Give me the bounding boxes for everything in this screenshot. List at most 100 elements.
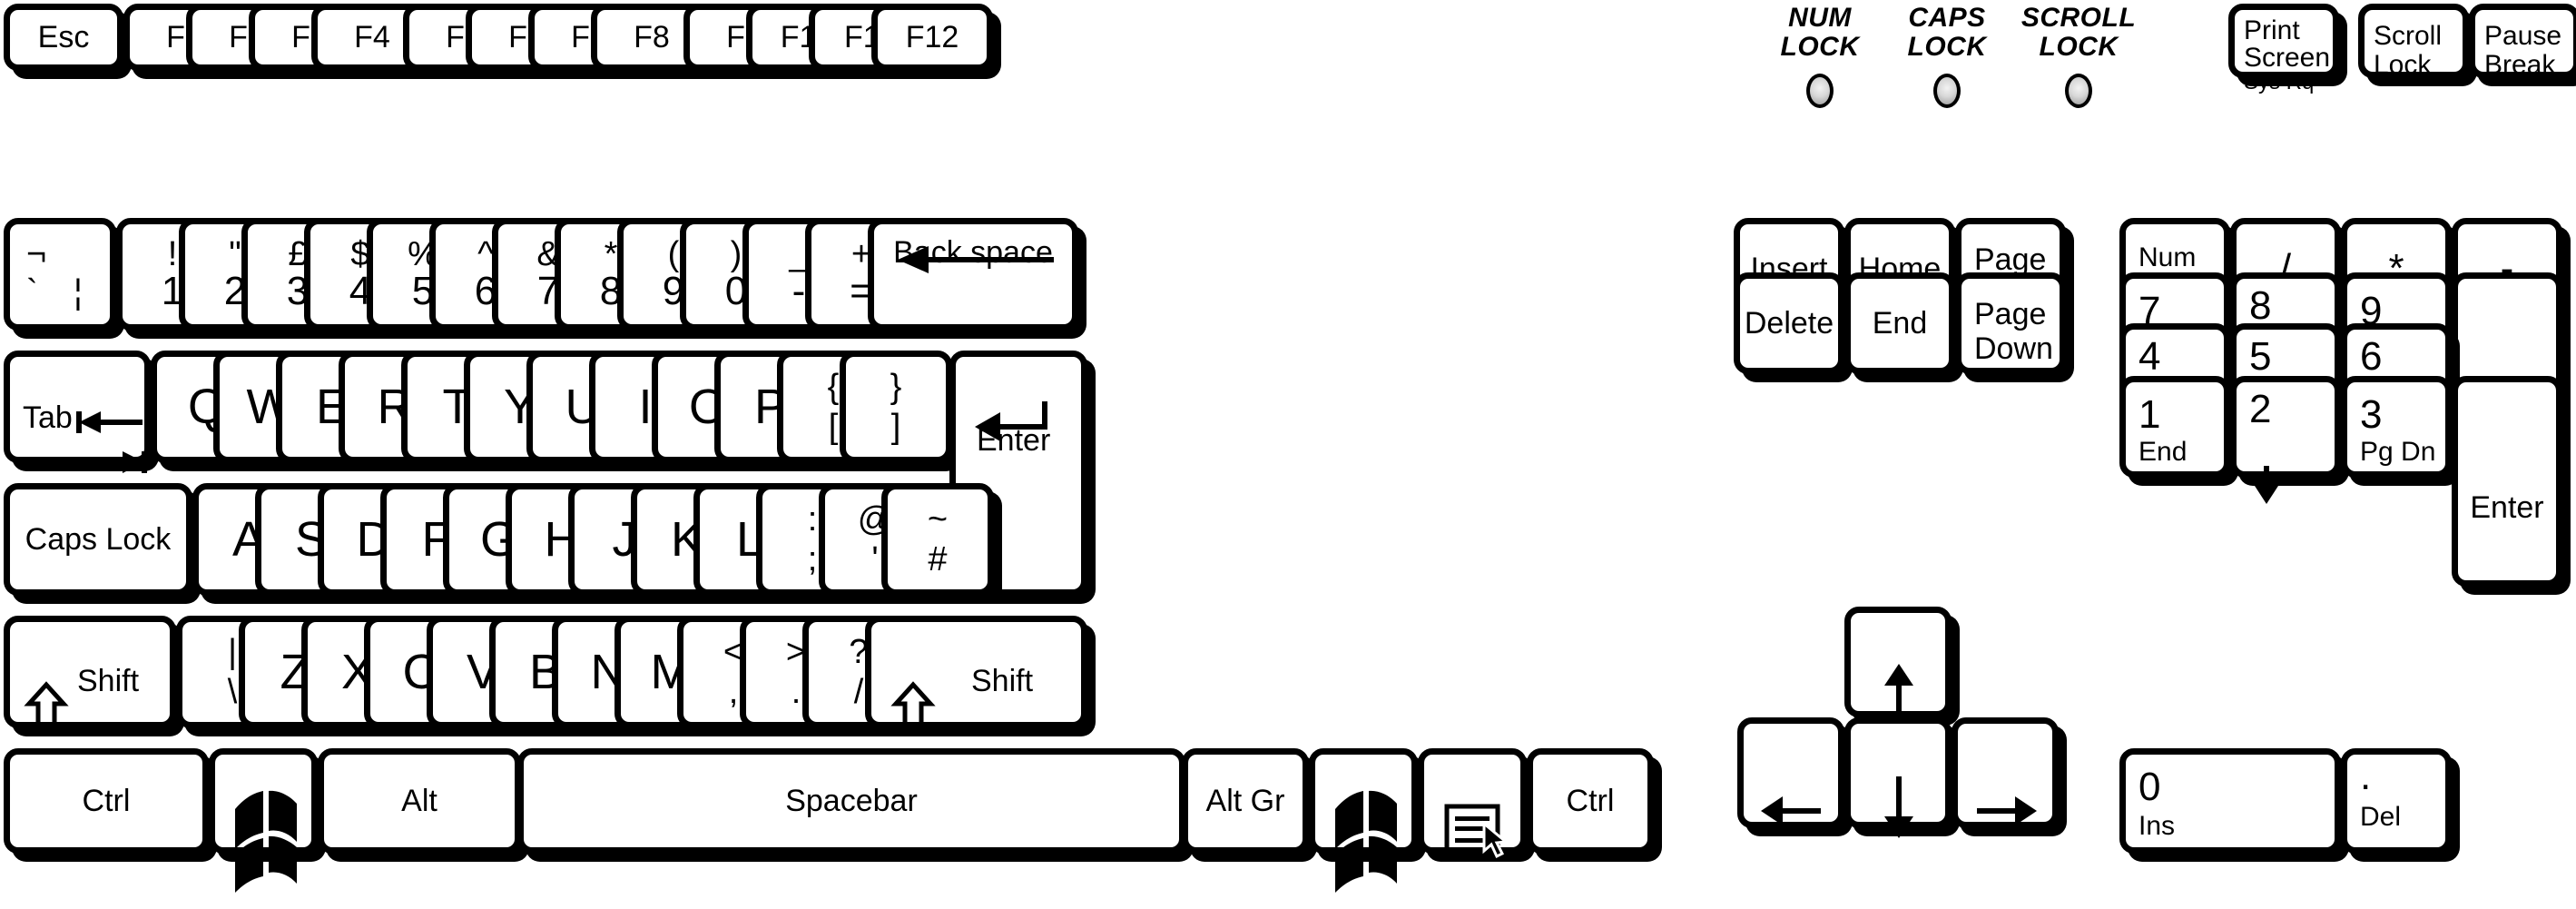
key-label: End <box>1872 306 1928 341</box>
key-label-bottom: ` <box>26 273 38 311</box>
windows-logo-icon <box>1333 760 1399 909</box>
key-label-number: 8 <box>2249 283 2272 328</box>
key-print-screen[interactable]: Print Screen Sys Rq <box>2228 4 2339 94</box>
key-arrow-left[interactable] <box>1737 717 1844 828</box>
key-pause-break[interactable]: Pause Break <box>2469 4 2576 79</box>
windows-logo-icon <box>233 760 299 909</box>
key-backspace[interactable]: Back space <box>868 218 1078 331</box>
caps-lock-led-icon <box>1933 74 1961 108</box>
key-label-number: 6 <box>2360 334 2383 379</box>
key-page-down[interactable]: Page Down <box>1955 272 2066 374</box>
key-label-top: ~ <box>927 500 949 539</box>
indicator-scroll-lock: SCROLL LOCK <box>2011 4 2147 108</box>
key-caps-lock[interactable]: Caps Lock <box>4 483 192 596</box>
key-numpad-2[interactable]: 2 <box>2230 376 2341 504</box>
key-label: Caps Lock <box>25 522 172 557</box>
key-label-line1: Page <box>1974 297 2047 331</box>
indicator-label-line1: CAPS <box>1908 3 1986 33</box>
key-label-sub: Del <box>2360 802 2402 832</box>
key-label: F12 <box>905 20 959 54</box>
key-label-number: 2 <box>2249 387 2272 431</box>
key-numpad-0[interactable]: 0 Ins <box>2119 748 2341 854</box>
key-label-number: 4 <box>2138 334 2161 379</box>
key-label: Alt <box>401 784 438 818</box>
key-bracket-right[interactable]: } ] <box>840 351 952 463</box>
key-numpad-enter[interactable]: Enter <box>2452 376 2571 595</box>
key-label: Shift <box>971 664 1034 698</box>
arrow-down-icon <box>1879 746 1919 869</box>
key-arrow-right[interactable] <box>1952 717 2059 828</box>
keyboard-diagram: Esc F1 F2 F3 F4 F5 F6 F7 F8 F9 F10 F11 F… <box>0 0 2576 893</box>
key-label: Enter <box>2470 490 2544 525</box>
key-label: Alt Gr <box>1205 784 1285 818</box>
key-ctrl-right[interactable]: Ctrl <box>1527 748 1654 854</box>
key-delete[interactable]: Delete <box>1734 272 1844 374</box>
key-label-number: 3 <box>2360 392 2383 437</box>
indicator-label-line1: SCROLL <box>2020 3 2137 33</box>
key-label-number: 1 <box>2138 392 2161 437</box>
shift-arrow-icon <box>24 653 69 762</box>
key-label-number: 0 <box>2138 765 2161 809</box>
context-menu-icon <box>1444 775 1509 893</box>
key-label: Tab <box>23 400 73 435</box>
indicator-label-line1: NUM <box>1788 3 1852 33</box>
key-label-sub: Ins <box>2138 811 2176 841</box>
indicator-caps-lock: CAPS LOCK <box>1888 4 2006 108</box>
indicator-label-line2: LOCK <box>1907 31 1987 62</box>
key-escape[interactable]: Esc <box>4 4 123 71</box>
key-label-line2: Lock <box>2374 50 2432 80</box>
key-label-bottom: # <box>928 539 948 578</box>
key-label-number: . <box>2360 754 2372 798</box>
key-end[interactable]: End <box>1844 272 1955 374</box>
key-label: Esc <box>37 20 90 54</box>
arrow-right-icon <box>1973 762 2039 860</box>
indicator-label-line2: LOCK <box>2039 31 2119 62</box>
key-numpad-decimal[interactable]: . Del <box>2341 748 2452 854</box>
arrow-left-icon <box>896 215 1056 304</box>
key-arrow-up[interactable] <box>1844 607 1952 724</box>
indicator-label-line2: LOCK <box>1780 31 1860 62</box>
key-hash[interactable]: ~ # <box>881 483 994 596</box>
key-label-top: ¬ <box>26 235 47 273</box>
key-label-line1: Page <box>1974 242 2047 277</box>
key-label-line2: Screen <box>2244 43 2331 73</box>
key-label-line1: Scroll <box>2374 21 2443 51</box>
key-label: Spacebar <box>785 784 918 818</box>
key-label-number: 5 <box>2249 334 2272 379</box>
num-lock-led-icon <box>1806 74 1834 108</box>
key-arrow-down[interactable] <box>1844 717 1952 838</box>
key-backquote[interactable]: ¬ ` ¦ <box>4 218 116 331</box>
key-label-bottom: ] <box>890 407 901 446</box>
key-shift-right[interactable]: Shift <box>865 616 1087 733</box>
key-scroll-lock[interactable]: Scroll Lock <box>2358 4 2469 80</box>
key-tab[interactable]: Tab <box>4 351 151 473</box>
key-label-line1: Print <box>2244 15 2300 45</box>
key-label: Ctrl <box>82 784 131 818</box>
key-windows-right[interactable] <box>1309 748 1418 893</box>
key-alt-gr[interactable]: Alt Gr <box>1182 748 1309 854</box>
key-label-line1: Pause <box>2484 21 2562 51</box>
key-numpad-3[interactable]: 3 Pg Dn <box>2341 376 2452 478</box>
key-label-line1: Num <box>2138 242 2197 272</box>
key-label-top: } <box>890 368 902 407</box>
key-ctrl-left[interactable]: Ctrl <box>4 748 209 854</box>
key-label: Enter <box>977 423 1051 458</box>
key-label-line3: Sys Rq <box>2244 70 2315 94</box>
shift-arrow-icon <box>890 653 936 762</box>
key-shift-left[interactable]: Shift <box>4 616 176 733</box>
arrow-left-icon <box>1759 762 1824 860</box>
key-label: Delete <box>1744 306 1834 341</box>
key-spacebar[interactable]: Spacebar <box>517 748 1185 854</box>
key-label-extra: ¦ <box>74 273 83 311</box>
key-alt-left[interactable]: Alt <box>318 748 521 854</box>
key-numpad-1[interactable]: 1 End <box>2119 376 2230 478</box>
key-f12[interactable]: F12 <box>871 4 993 71</box>
key-label-line2: Down <box>1974 331 2053 366</box>
indicator-num-lock: NUM LOCK <box>1761 4 1879 108</box>
key-windows-left[interactable] <box>209 748 318 893</box>
key-label: Ctrl <box>1566 784 1615 818</box>
scroll-lock-led-icon <box>2065 74 2092 108</box>
key-context-menu[interactable] <box>1418 748 1527 862</box>
key-label: Shift <box>77 664 140 698</box>
key-label-sub: End <box>2138 437 2188 467</box>
